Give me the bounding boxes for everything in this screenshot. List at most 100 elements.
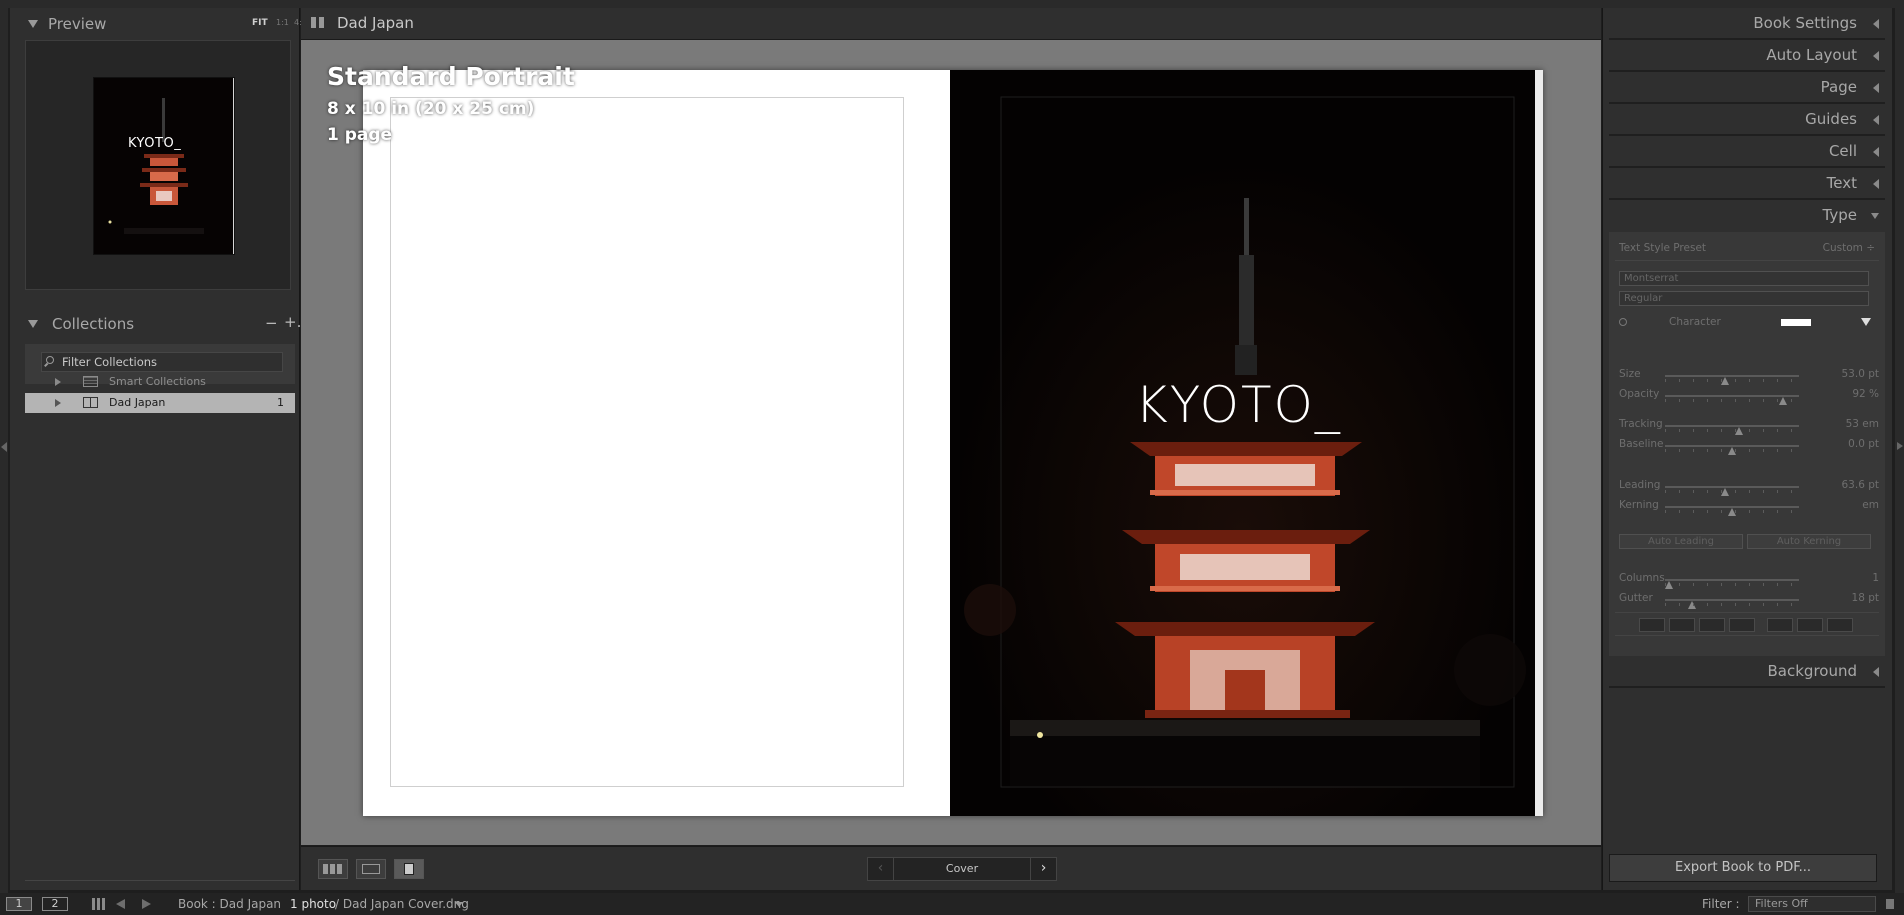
slider-columns[interactable] xyxy=(1665,579,1799,589)
align-left-button[interactable] xyxy=(1639,618,1665,632)
source-label[interactable]: Book : Dad Japan xyxy=(178,897,281,911)
slider-baseline[interactable] xyxy=(1665,445,1799,455)
slider-opacity[interactable] xyxy=(1665,395,1799,405)
collapse-triangle-icon[interactable] xyxy=(1873,51,1879,61)
list-item-smart-collections[interactable]: Smart Collections xyxy=(25,372,295,392)
align-middle-button[interactable] xyxy=(1797,618,1823,632)
slider-ticks xyxy=(1665,490,1799,493)
auto-kerning-button[interactable]: Auto Kerning xyxy=(1747,534,1871,549)
justify-button[interactable] xyxy=(1729,618,1755,632)
slider-value-baseline[interactable]: 0.0 pt xyxy=(1848,438,1879,450)
character-expand-icon[interactable] xyxy=(1861,318,1871,326)
right-collapse-icon[interactable] xyxy=(1897,442,1903,450)
section-cell[interactable]: Cell xyxy=(1609,136,1885,168)
collapse-triangle-icon[interactable] xyxy=(1873,115,1879,125)
pagoda-thumb-image xyxy=(94,78,234,254)
collapse-triangle-icon[interactable] xyxy=(28,320,38,328)
front-cover-page[interactable]: KYOTO_ xyxy=(950,70,1535,816)
back-arrow-icon[interactable] xyxy=(116,899,125,909)
slider-size[interactable] xyxy=(1665,375,1799,385)
section-title: Background xyxy=(1767,662,1858,680)
section-page[interactable]: Page xyxy=(1609,72,1885,104)
left-collapse-icon[interactable] xyxy=(1,442,7,452)
section-type[interactable]: Type xyxy=(1609,200,1885,232)
collapse-triangle-icon[interactable] xyxy=(1873,179,1879,189)
remove-collection-button[interactable]: − xyxy=(265,314,278,332)
filename-label[interactable]: / Dad Japan Cover.dng xyxy=(335,897,469,911)
section-background[interactable]: Background xyxy=(1609,656,1885,688)
spread-view-button[interactable] xyxy=(356,859,386,879)
grid-view-icon[interactable] xyxy=(92,898,106,910)
align-right-button[interactable] xyxy=(1699,618,1725,632)
back-cover-photo-cell[interactable] xyxy=(390,97,904,787)
section-book-settings[interactable]: Book Settings xyxy=(1609,8,1885,40)
align-center-button[interactable] xyxy=(1669,618,1695,632)
zoom-1-1-button[interactable]: 1:1 xyxy=(276,18,289,27)
slider-tracking[interactable] xyxy=(1665,425,1799,435)
list-item-dad-japan[interactable]: Dad Japan 1 xyxy=(25,393,295,413)
collapse-triangle-icon[interactable] xyxy=(1873,667,1879,677)
filter-dropdown[interactable]: Filters Off xyxy=(1748,896,1876,912)
left-edge-strip[interactable] xyxy=(0,0,8,893)
collapse-triangle-icon[interactable] xyxy=(1873,19,1879,29)
collapse-triangle-icon[interactable] xyxy=(28,20,38,28)
preview-header[interactable]: Preview FIT 1:1 4:1 xyxy=(28,8,307,40)
filter-collections-input[interactable]: Filter Collections xyxy=(41,352,283,372)
section-guides[interactable]: Guides xyxy=(1609,104,1885,136)
target-adjust-icon[interactable] xyxy=(1619,318,1627,326)
book-toolbar: ‹ Cover › xyxy=(301,846,1601,890)
slider-value-leading[interactable]: 63.6 pt xyxy=(1842,479,1880,491)
slider-ticks xyxy=(1665,510,1799,513)
secondary-window-button[interactable]: 2 xyxy=(42,897,68,911)
divider xyxy=(1615,260,1879,261)
slider-kerning[interactable] xyxy=(1665,506,1799,516)
expand-triangle-icon[interactable] xyxy=(55,399,61,407)
text-style-preset-label: Text Style Preset xyxy=(1619,242,1707,254)
multi-page-view-button[interactable] xyxy=(318,859,348,879)
collapse-triangle-icon[interactable] xyxy=(1873,147,1879,157)
slider-value-kerning[interactable]: em xyxy=(1862,499,1879,511)
cover-title-text[interactable]: KYOTO_ xyxy=(1135,376,1342,434)
collapse-triangle-icon[interactable] xyxy=(1873,83,1879,93)
auto-leading-button[interactable]: Auto Leading xyxy=(1619,534,1743,549)
expanded-triangle-icon[interactable] xyxy=(1871,213,1879,219)
left-panel-scroll-strip[interactable] xyxy=(25,880,295,886)
slider-value-tracking[interactable]: 53 em xyxy=(1846,418,1879,430)
slider-value-gutter[interactable]: 18 pt xyxy=(1852,592,1879,604)
text-color-swatch[interactable] xyxy=(1781,319,1811,326)
single-page-view-button[interactable] xyxy=(394,859,424,879)
slider-label-columns: Columns xyxy=(1619,572,1665,584)
slider-value-size[interactable]: 53.0 pt xyxy=(1842,368,1880,380)
collections-header[interactable]: Collections − +. xyxy=(28,308,301,340)
forward-arrow-icon[interactable] xyxy=(142,899,151,909)
zoom-fit-button[interactable]: FIT xyxy=(252,18,268,28)
slider-value-opacity[interactable]: 92 % xyxy=(1852,388,1879,400)
font-dropdown[interactable]: Montserrat xyxy=(1619,271,1869,286)
align-top-button[interactable] xyxy=(1767,618,1793,632)
slider-value-columns[interactable]: 1 xyxy=(1872,572,1879,584)
next-page-button[interactable]: › xyxy=(1030,858,1056,880)
add-collection-button[interactable]: +. xyxy=(284,313,301,331)
slider-ticks xyxy=(1665,449,1799,452)
cover-spread[interactable]: KYOTO_ xyxy=(363,70,1543,816)
book-canvas[interactable]: KYOTO_ Standard Portrait 8 x 10 in (20 x… xyxy=(301,40,1601,845)
text-style-preset-dropdown[interactable]: Custom ÷ xyxy=(1823,242,1875,254)
section-auto-layout[interactable]: Auto Layout xyxy=(1609,40,1885,72)
font-style-dropdown[interactable]: Regular xyxy=(1619,291,1869,306)
filter-lock-icon[interactable] xyxy=(1886,899,1894,909)
filename-dropdown-icon[interactable] xyxy=(455,902,463,907)
preview-navigator[interactable]: KYOTO_ xyxy=(25,40,291,290)
main-window-button[interactable]: 1 xyxy=(6,897,32,911)
top-edge-strip[interactable] xyxy=(0,0,1904,8)
cover-thumbnail[interactable]: KYOTO_ xyxy=(93,77,235,255)
expand-triangle-icon[interactable] xyxy=(55,378,61,386)
slider-label-baseline: Baseline xyxy=(1619,438,1664,450)
right-edge-strip[interactable] xyxy=(1895,0,1904,893)
slider-gutter[interactable] xyxy=(1665,599,1799,609)
align-bottom-button[interactable] xyxy=(1827,618,1853,632)
export-book-to-pdf-button[interactable]: Export Book to PDF... xyxy=(1609,854,1877,882)
section-title: Text xyxy=(1826,174,1857,192)
prev-page-button[interactable]: ‹ xyxy=(868,858,894,880)
section-text[interactable]: Text xyxy=(1609,168,1885,200)
slider-leading[interactable] xyxy=(1665,486,1799,496)
